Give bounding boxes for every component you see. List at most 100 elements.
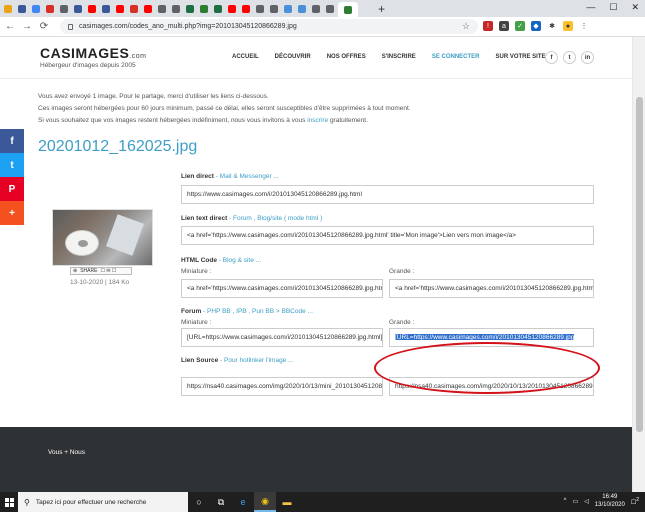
nav-sinscrire[interactable]: S'INSCRIRE — [382, 54, 416, 60]
browser-tab[interactable] — [72, 2, 84, 15]
browser-tab[interactable] — [100, 2, 112, 15]
social-links: f t in — [545, 51, 594, 64]
browser-tab[interactable] — [212, 2, 224, 15]
cortana-icon[interactable]: ○ — [188, 492, 210, 512]
file-explorer-icon[interactable]: ▬ — [276, 492, 298, 512]
html-code-label: HTML Code - Blog & site ... — [181, 257, 261, 264]
image-title: 20201012_162025.jpg — [38, 138, 198, 155]
minimize-icon[interactable]: — — [586, 2, 595, 13]
casimages-logo[interactable]: CASIMAGES.com Hébergeur d'images depuis … — [40, 45, 146, 69]
main-nav: ACCUEIL DÉCOUVRIR NOS OFFRES S'INSCRIRE … — [232, 54, 562, 60]
browser-tab[interactable] — [170, 2, 182, 15]
browser-tab[interactable] — [44, 2, 56, 15]
browser-tab[interactable] — [142, 2, 154, 15]
browser-tab[interactable] — [254, 2, 266, 15]
browser-tab[interactable] — [128, 2, 140, 15]
taskbar-search-input[interactable]: ⚲ Tapez ici pour effectuer une recherche — [18, 492, 188, 512]
nav-nos-offres[interactable]: NOS OFFRES — [327, 54, 366, 60]
twitter-icon[interactable]: t — [563, 51, 576, 64]
intro-line-2: Ces images seront hébergées pour 60 jour… — [38, 105, 411, 112]
thumbnail-package-shape — [106, 214, 144, 256]
menu-dots-icon[interactable]: ⋮ — [579, 21, 589, 31]
browser-tab[interactable] — [296, 2, 308, 15]
share-icons: ☐ ✉ ☐ — [100, 268, 117, 274]
tray-chevron-icon[interactable]: ^ — [564, 498, 567, 504]
close-icon[interactable]: ✕ — [631, 2, 639, 13]
page-scrollbar[interactable] — [632, 37, 645, 492]
browser-tab[interactable] — [114, 2, 126, 15]
source-miniature-input[interactable]: https://nsa40.casimages.com/img/2020/10/… — [181, 377, 383, 396]
image-thumbnail[interactable] — [52, 209, 153, 266]
clock[interactable]: 16:49 13/10/2020 — [595, 493, 625, 509]
browser-tab[interactable] — [338, 2, 358, 17]
share-button[interactable]: ⊕ SHARE ☐ ✉ ☐ — [70, 267, 132, 275]
green-square-icon — [200, 4, 208, 13]
browser-tab[interactable] — [2, 2, 14, 15]
linkedin-icon[interactable]: in — [581, 51, 594, 64]
browser-tab[interactable] — [226, 2, 238, 15]
globe-icon — [158, 4, 166, 13]
volume-icon[interactable]: ◁ — [584, 498, 589, 505]
extensions-puzzle-icon[interactable]: ✱ — [547, 21, 557, 31]
vous-nous-tab[interactable]: Vous + Nous — [36, 436, 96, 462]
network-icon[interactable]: ▭ — [573, 498, 579, 505]
profile-avatar-icon[interactable]: ● — [563, 21, 573, 31]
browser-tab[interactable] — [16, 2, 28, 15]
notification-icon[interactable]: ☐2 — [631, 497, 639, 506]
forward-icon[interactable]: → — [20, 21, 34, 32]
new-tab-button[interactable]: + — [378, 2, 385, 16]
lien-direct-input[interactable]: https://www.casimages.com/i/201013045120… — [181, 185, 594, 204]
intro-line-3b: gratuitement. — [328, 117, 368, 124]
browser-tab[interactable] — [86, 2, 98, 15]
globe-icon — [326, 4, 334, 13]
html-grande-input[interactable]: <a href='https://www.casimages.com/i/201… — [389, 279, 594, 298]
scrollbar-thumb[interactable] — [636, 97, 643, 432]
nav-decouvrir[interactable]: DÉCOUVRIR — [275, 54, 311, 60]
browser-tab[interactable] — [58, 2, 70, 15]
nav-accueil[interactable]: ACCUEIL — [232, 54, 259, 60]
bookmark-star-icon[interactable]: ☆ — [462, 21, 470, 32]
browser-tab[interactable] — [240, 2, 252, 15]
lien-text-input[interactable]: <a href='https://www.casimages.com/i/201… — [181, 226, 594, 245]
facebook-icon[interactable]: f — [545, 51, 558, 64]
cloud-icon — [284, 4, 292, 13]
extension-green-icon[interactable]: ✓ — [515, 21, 525, 31]
start-button[interactable] — [0, 492, 18, 512]
browser-tab[interactable] — [184, 2, 196, 15]
browser-tab[interactable] — [30, 2, 42, 15]
pinterest-share-icon[interactable]: P — [0, 177, 24, 201]
nav-sur-votre-site[interactable]: SUR VOTRE SITE — [495, 54, 545, 60]
forum-miniature-input[interactable]: [URL=https://www.casimages.com/i/2010130… — [181, 328, 383, 347]
browser-tab[interactable] — [156, 2, 168, 15]
chrome-icon[interactable]: ◉ — [254, 492, 276, 512]
more-share-icon[interactable]: + — [0, 201, 24, 225]
extension-red-icon[interactable]: ! — [483, 21, 493, 31]
browser-tab[interactable] — [282, 2, 294, 15]
inscrire-link[interactable]: inscrire — [307, 117, 328, 124]
share-label: SHARE — [80, 268, 98, 274]
browser-tab[interactable] — [324, 2, 336, 15]
html-miniature-input[interactable]: <a href='https://www.casimages.com/i/201… — [181, 279, 383, 298]
lien-source-sub: - Pour hotlinker l'image ... — [218, 357, 294, 364]
facebook-share-icon[interactable]: f — [0, 129, 24, 153]
browser-tab[interactable] — [268, 2, 280, 15]
task-view-icon[interactable]: ⧉ — [210, 492, 232, 512]
extension-dark-icon[interactable]: a — [499, 21, 509, 31]
page-content: CASIMAGES.com Hébergeur d'images depuis … — [0, 37, 632, 492]
url-input[interactable]: casimages.com/codes_ano_multi.php?img=20… — [60, 19, 478, 34]
logo-text: CASIMAGES — [40, 45, 130, 61]
nav-se-connecter[interactable]: SE CONNECTER — [432, 54, 480, 60]
lien-direct-label: Lien direct - Mail & Messenger ... — [181, 173, 279, 180]
browser-tab[interactable] — [310, 2, 322, 15]
windows-taskbar: ⚲ Tapez ici pour effectuer une recherche… — [0, 492, 645, 512]
browser-tab[interactable] — [198, 2, 210, 15]
intro-text: Vous avez envoyé 1 image. Pour le partag… — [38, 91, 411, 127]
html-code-title: HTML Code — [181, 257, 217, 264]
back-icon[interactable]: ← — [3, 21, 17, 32]
url-text: casimages.com/codes_ano_multi.php?img=20… — [79, 23, 297, 30]
reload-icon[interactable]: ⟳ — [37, 21, 51, 32]
maximize-icon[interactable]: ☐ — [609, 2, 617, 13]
extension-blue-icon[interactable]: ◆ — [531, 21, 541, 31]
twitter-share-icon[interactable]: t — [0, 153, 24, 177]
edge-icon[interactable]: e — [232, 492, 254, 512]
